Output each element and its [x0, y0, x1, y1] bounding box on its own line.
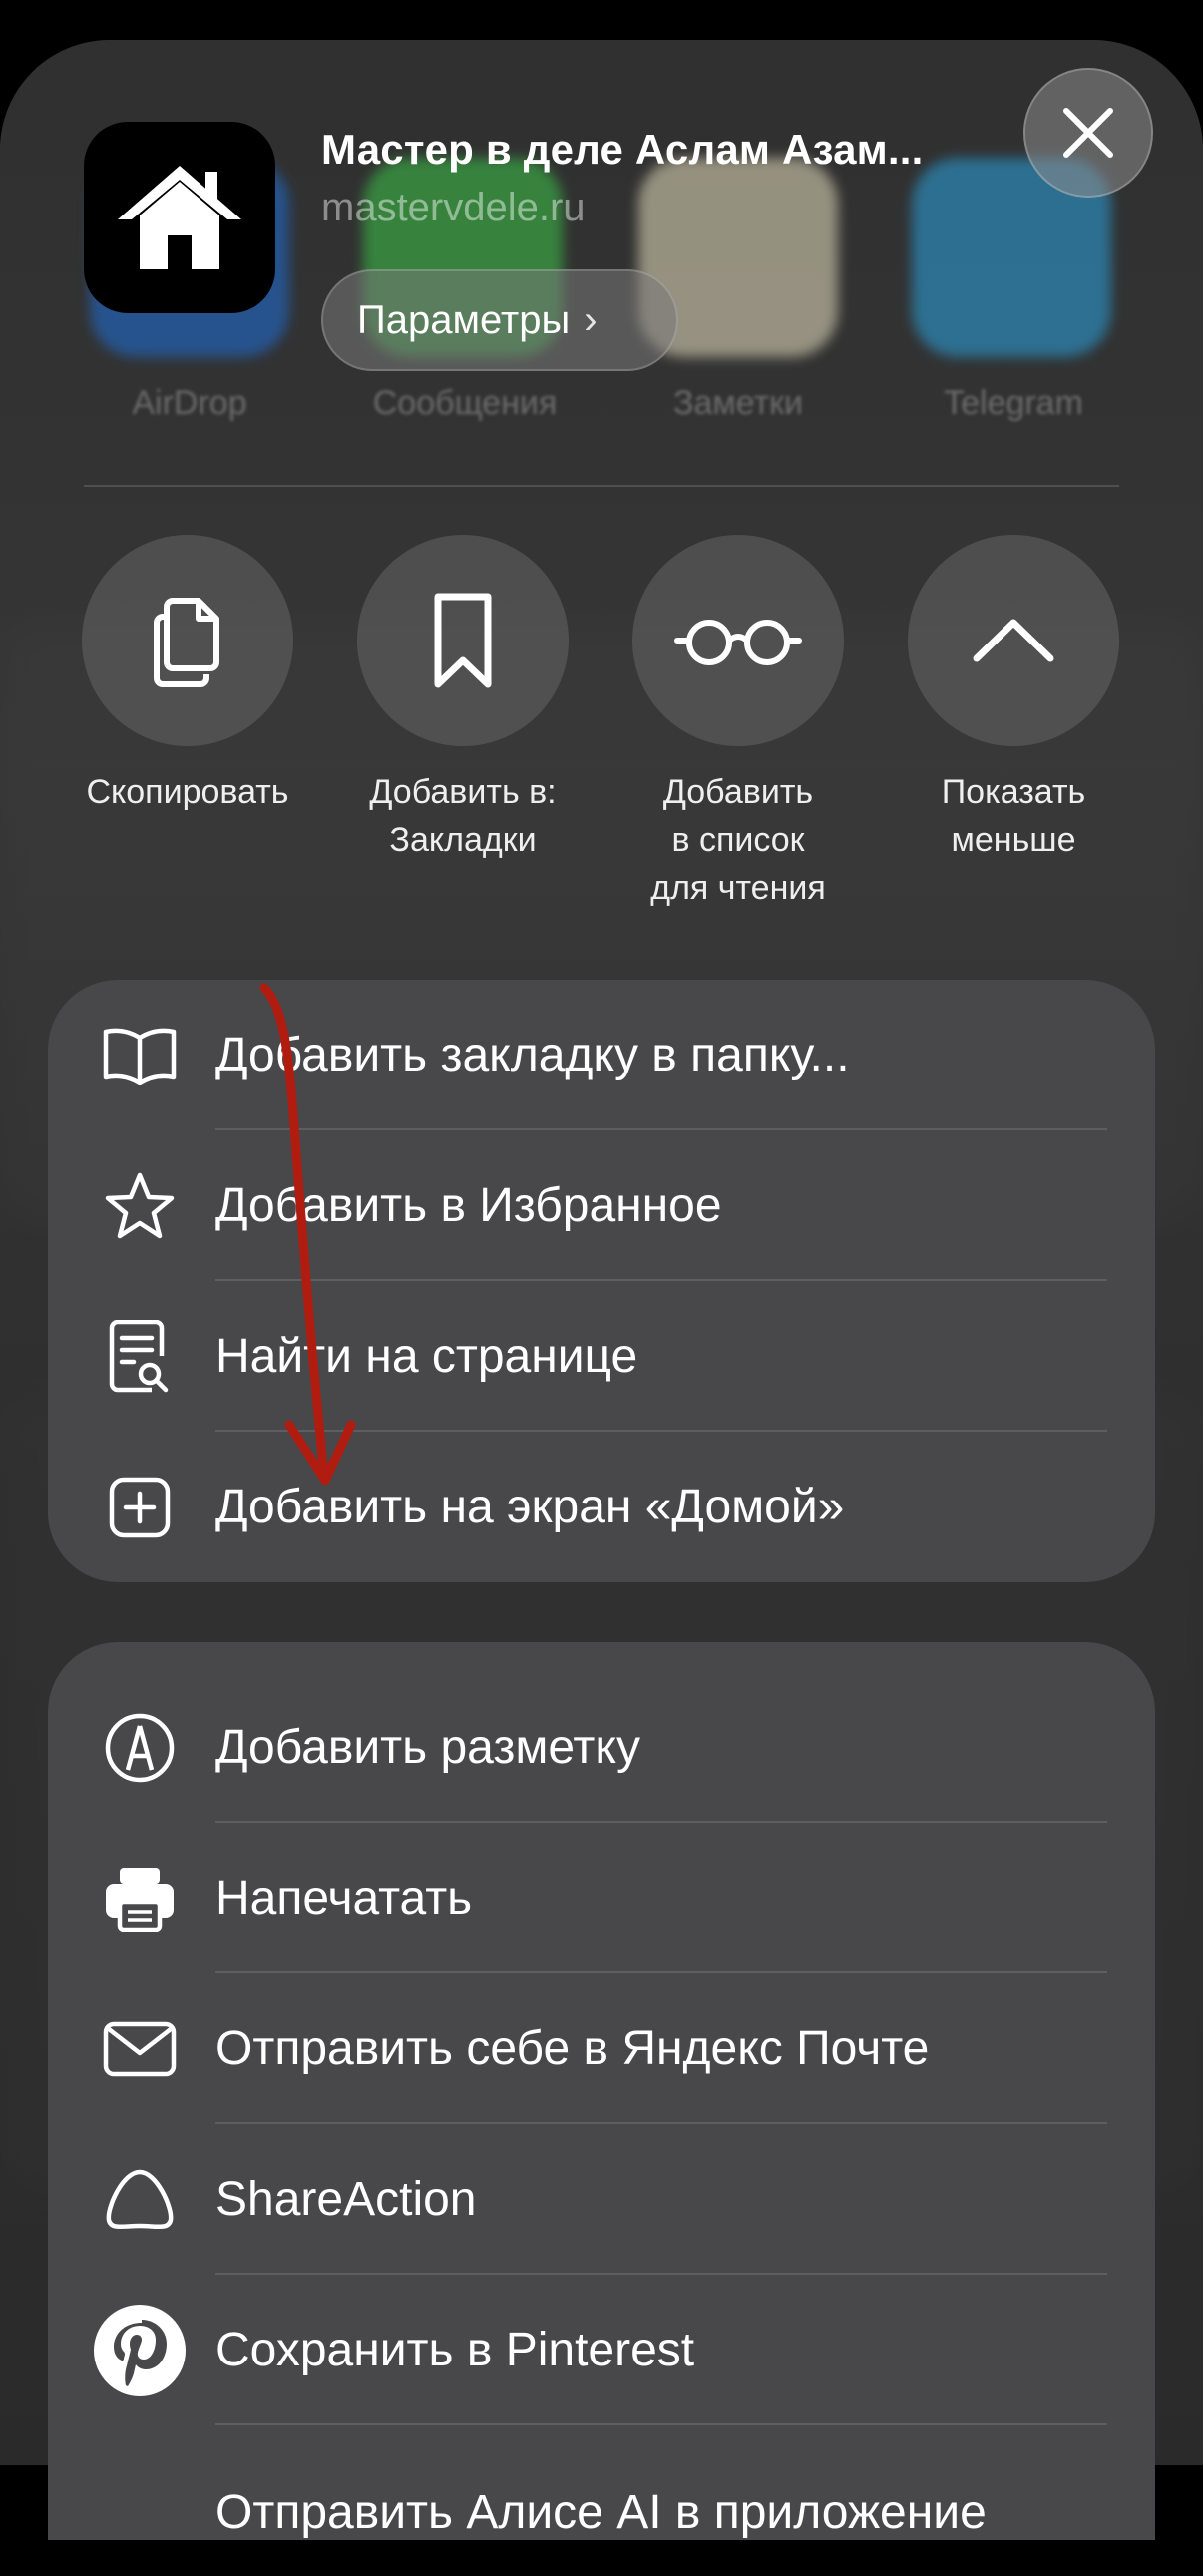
- star-icon: [100, 1166, 180, 1246]
- menu-item-label: Напечатать: [215, 1872, 473, 1925]
- shareaction-item[interactable]: ShareAction: [48, 2124, 1155, 2275]
- ghost-label: Заметки: [672, 384, 804, 422]
- actions-group-secondary: Добавить разметку Напечатать Отправить с…: [48, 1642, 1155, 2540]
- open-book-icon: [100, 1016, 180, 1095]
- show-less-label: Показать меньше: [941, 773, 1086, 859]
- menu-item-label: Отправить Алисе AI в приложение: [215, 2486, 987, 2539]
- send-to-alice-item[interactable]: Отправить Алисе AI в приложение: [48, 2425, 1155, 2576]
- send-yandex-mail-item[interactable]: Отправить себе в Яндекс Почте: [48, 1973, 1155, 2124]
- options-button[interactable]: Параметры ›: [321, 269, 678, 371]
- home-icon: [118, 166, 241, 269]
- add-to-home-screen-item[interactable]: Добавить на экран «Домой»: [48, 1432, 1155, 1582]
- add-bookmark-button[interactable]: Добавить в: Закладки: [333, 535, 593, 864]
- mail-icon: [100, 2009, 180, 2089]
- chevron-up-icon: [973, 619, 1054, 662]
- pinterest-icon: [90, 2301, 190, 2400]
- printer-icon: [100, 1859, 180, 1938]
- reading-list-button[interactable]: Добавить в список для чтения: [608, 535, 868, 912]
- copy-label: Скопировать: [86, 773, 289, 811]
- add-square-icon: [100, 1468, 180, 1547]
- show-less-button[interactable]: Показать меньше: [884, 535, 1143, 864]
- ghost-label: Telegram: [944, 384, 1083, 422]
- add-bookmark-to-folder-item[interactable]: Добавить закладку в папку...: [48, 980, 1155, 1130]
- bookmark-icon: [434, 593, 492, 688]
- close-icon: [1063, 108, 1113, 158]
- actions-group-primary: Добавить закладку в папку... Добавить в …: [48, 980, 1155, 1582]
- chevron-right-icon: ›: [584, 297, 598, 342]
- save-to-pinterest-item[interactable]: Сохранить в Pinterest: [48, 2275, 1155, 2425]
- copy-icon: [154, 598, 219, 687]
- site-app-icon: [84, 122, 275, 313]
- page-url: mastervdele.ru: [321, 186, 586, 229]
- add-bookmark-label: Добавить в: Закладки: [369, 773, 557, 859]
- menu-item-label: Добавить закладку в папку...: [215, 1029, 850, 1081]
- glasses-icon: [674, 620, 802, 665]
- copy-button[interactable]: Скопировать: [58, 535, 317, 816]
- find-on-page-icon: [100, 1317, 180, 1397]
- divider: [84, 485, 1119, 487]
- reading-list-label: Добавить в список для чтения: [650, 773, 826, 907]
- menu-item-label: Добавить в Избранное: [215, 1179, 722, 1232]
- add-markup-item[interactable]: Добавить разметку: [48, 1672, 1155, 1823]
- ghost-label: Сообщения: [372, 384, 558, 422]
- print-item[interactable]: Напечатать: [48, 1823, 1155, 1973]
- menu-item-label: Найти на странице: [215, 1330, 638, 1383]
- menu-item-label: Отправить себе в Яндекс Почте: [215, 2022, 930, 2075]
- close-button[interactable]: [1023, 68, 1153, 198]
- menu-item-label: Добавить разметку: [215, 1721, 640, 1774]
- markup-icon: [100, 1708, 180, 1788]
- ghost-label: AirDrop: [132, 384, 247, 422]
- alice-icon: [100, 2160, 180, 2240]
- add-to-favorites-item[interactable]: Добавить в Избранное: [48, 1130, 1155, 1281]
- menu-item-label: Сохранить в Pinterest: [215, 2324, 695, 2376]
- options-button-label: Параметры: [357, 297, 571, 342]
- menu-item-label: ShareAction: [215, 2173, 477, 2226]
- find-on-page-item[interactable]: Найти на странице: [48, 1281, 1155, 1432]
- menu-item-label: Добавить на экран «Домой»: [215, 1481, 845, 1533]
- page-title: Мастер в деле Аслам Азам...: [321, 126, 924, 173]
